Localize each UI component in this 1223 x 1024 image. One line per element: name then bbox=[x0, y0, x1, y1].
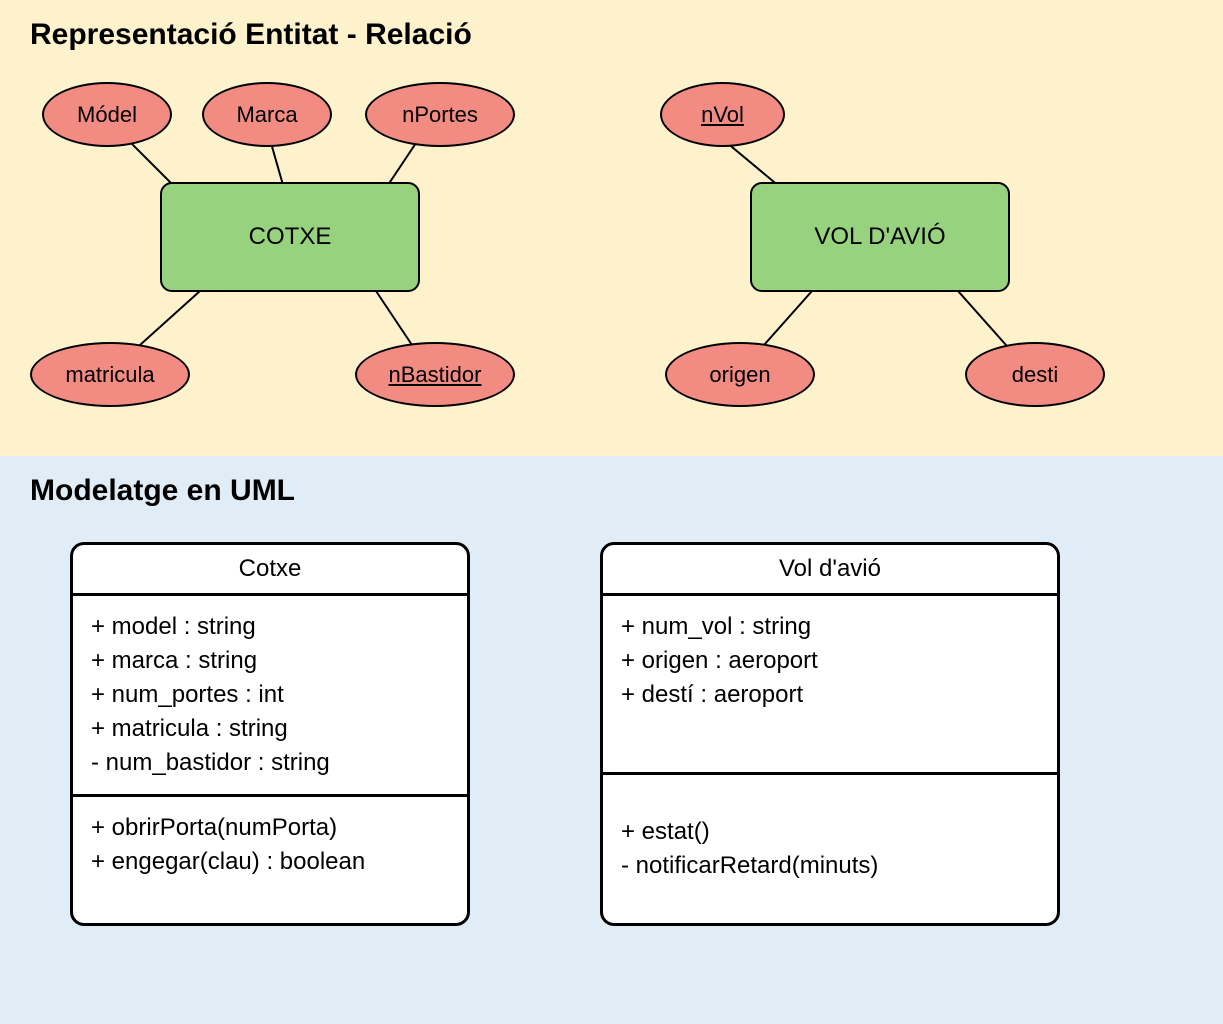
uml-cotxe-name: Cotxe bbox=[73, 545, 467, 596]
uml-attr-row: + num_portes : int bbox=[91, 678, 449, 712]
attr-model-label: Módel bbox=[77, 102, 137, 128]
uml-op-row: + obrirPorta(numPorta) bbox=[91, 811, 449, 845]
attr-matricula-label: matricula bbox=[65, 362, 154, 388]
attr-nportes-label: nPortes bbox=[402, 102, 478, 128]
uml-op-row: - notificarRetard(minuts) bbox=[621, 849, 1039, 883]
uml-vol-ops: + estat() - notificarRetard(minuts) bbox=[603, 775, 1057, 923]
attr-desti-label: desti bbox=[1012, 362, 1058, 388]
entity-vol-label: VOL D'AVIÓ bbox=[814, 223, 945, 251]
attr-marca: Marca bbox=[202, 82, 332, 147]
attr-nbastidor: nBastidor bbox=[355, 342, 515, 407]
attr-marca-label: Marca bbox=[236, 102, 297, 128]
er-title: Representació Entitat - Relació bbox=[30, 18, 1193, 52]
uml-class-cotxe: Cotxe + model : string + marca : string … bbox=[70, 542, 470, 926]
uml-title: Modelatge en UML bbox=[30, 474, 1193, 508]
uml-vol-name: Vol d'avió bbox=[603, 545, 1057, 596]
entity-cotxe: COTXE bbox=[160, 182, 420, 292]
attr-nportes: nPortes bbox=[365, 82, 515, 147]
attr-desti: desti bbox=[965, 342, 1105, 407]
uml-attr-row: + num_vol : string bbox=[621, 610, 1039, 644]
uml-attr-row: + model : string bbox=[91, 610, 449, 644]
uml-section: Modelatge en UML Cotxe + model : string … bbox=[0, 456, 1223, 1024]
attr-nvol-label: nVol bbox=[701, 102, 744, 128]
attr-origen: origen bbox=[665, 342, 815, 407]
uml-op-row: + engegar(clau) : boolean bbox=[91, 845, 449, 879]
entity-cotxe-label: COTXE bbox=[249, 223, 332, 251]
uml-attr-row: + marca : string bbox=[91, 644, 449, 678]
uml-cotxe-ops: + obrirPorta(numPorta) + engegar(clau) :… bbox=[73, 797, 467, 893]
attr-model: Módel bbox=[42, 82, 172, 147]
uml-class-vol: Vol d'avió + num_vol : string + origen :… bbox=[600, 542, 1060, 926]
entity-vol: VOL D'AVIÓ bbox=[750, 182, 1010, 292]
er-canvas: COTXE Módel Marca nPortes matricula nBas… bbox=[30, 62, 1193, 442]
uml-op-row: + estat() bbox=[621, 815, 1039, 849]
attr-origen-label: origen bbox=[709, 362, 770, 388]
attr-nvol: nVol bbox=[660, 82, 785, 147]
attr-matricula: matricula bbox=[30, 342, 190, 407]
er-section: Representació Entitat - Relació COTXE Mó… bbox=[0, 0, 1223, 456]
uml-attr-row: - num_bastidor : string bbox=[91, 746, 449, 780]
uml-vol-attrs: + num_vol : string + origen : aeroport +… bbox=[603, 596, 1057, 775]
uml-attr-row: + destí : aeroport bbox=[621, 678, 1039, 712]
attr-nbastidor-label: nBastidor bbox=[389, 362, 482, 388]
uml-attr-row: + matricula : string bbox=[91, 712, 449, 746]
uml-cotxe-attrs: + model : string + marca : string + num_… bbox=[73, 596, 467, 797]
uml-attr-row: + origen : aeroport bbox=[621, 644, 1039, 678]
uml-boxes-container: Cotxe + model : string + marca : string … bbox=[30, 518, 1193, 950]
